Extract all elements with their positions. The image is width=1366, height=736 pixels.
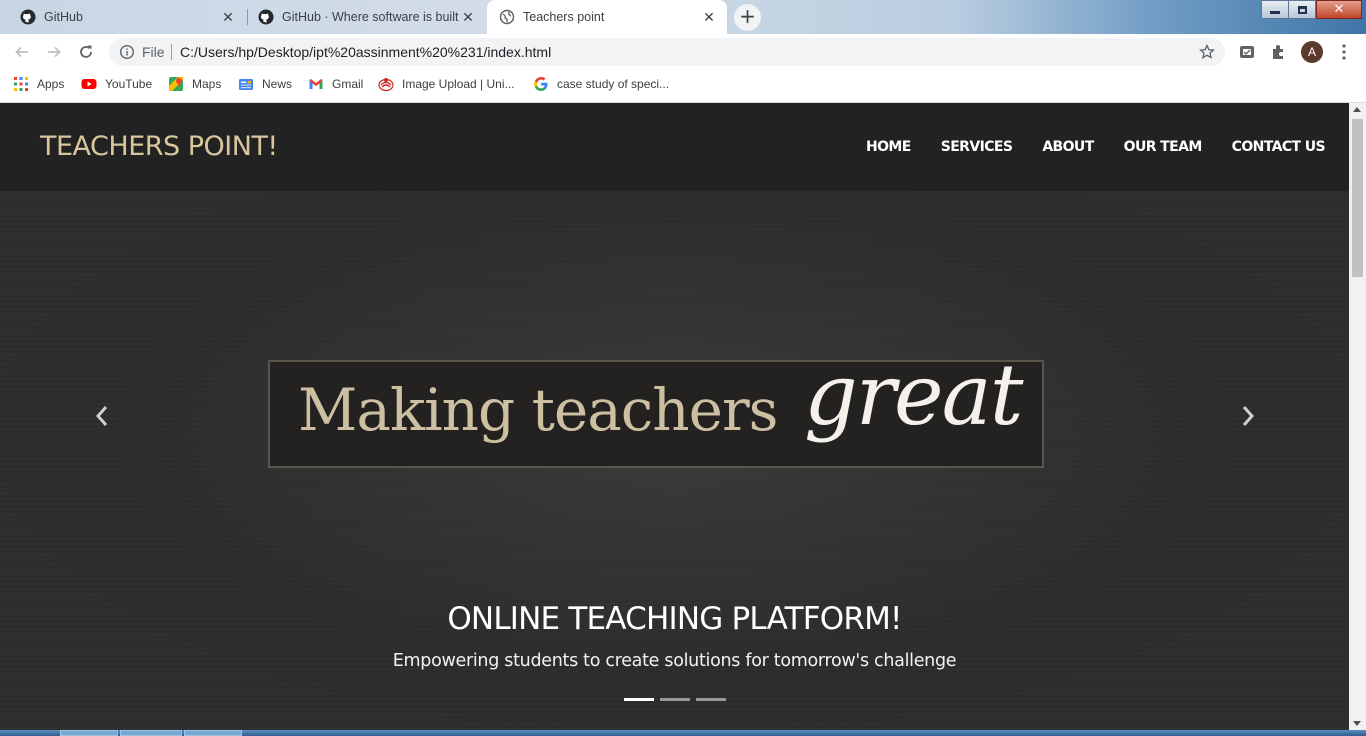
close-icon[interactable]: ✕ (460, 9, 476, 25)
slide-caption-title: ONLINE TEACHING PLATFORM! (447, 601, 902, 637)
news-icon (239, 79, 253, 90)
nav-services[interactable]: SERVICES (941, 139, 1013, 155)
bookmark-label: Maps (192, 77, 222, 91)
nav-about[interactable]: ABOUT (1042, 139, 1094, 155)
page-scrollbar[interactable] (1349, 103, 1366, 730)
carousel-prev-icon[interactable] (90, 401, 114, 431)
profile-avatar[interactable]: A (1301, 41, 1323, 63)
apps-grid-icon (14, 77, 28, 91)
reload-icon (80, 45, 92, 58)
nav-contact-us[interactable]: CONTACT US (1232, 139, 1326, 155)
bookmark-news[interactable]: News (238, 76, 292, 92)
taskbar-item[interactable] (60, 730, 118, 736)
close-icon[interactable]: ✕ (701, 9, 717, 25)
close-icon[interactable]: ✕ (220, 9, 236, 25)
bookmark-label: YouTube (105, 77, 153, 91)
browser-tab-strip: GitHub ✕ GitHub · Where software is buil… (0, 0, 1366, 34)
gmail-icon (309, 79, 323, 89)
browser-tab-teachers-point[interactable]: Teachers point ✕ (487, 0, 727, 34)
reload-button[interactable] (74, 40, 98, 64)
carousel-next-icon[interactable] (1236, 401, 1260, 431)
new-tab-button[interactable]: + (734, 4, 761, 31)
extension-icon[interactable] (1238, 43, 1256, 61)
image-upload-icon (378, 78, 394, 92)
site-brand[interactable]: TEACHERS POINT! (40, 131, 278, 162)
maps-icon (169, 77, 183, 91)
google-icon (534, 76, 548, 92)
nav-home[interactable]: HOME (866, 139, 911, 155)
info-icon[interactable] (119, 44, 135, 60)
nav-links: HOME SERVICES ABOUT OUR TEAM CONTACT US (866, 139, 1326, 155)
bookmark-gmail[interactable]: Gmail (308, 76, 363, 92)
scroll-up-icon[interactable] (1353, 107, 1361, 112)
tab-title: GitHub (44, 10, 83, 24)
github-icon (20, 9, 36, 25)
bookmark-youtube[interactable]: YouTube (81, 76, 152, 92)
minimize-button[interactable] (1261, 0, 1289, 19)
bookmark-image-upload[interactable]: Image Upload | Uni... (378, 76, 515, 92)
bookmark-maps[interactable]: Maps (168, 76, 221, 92)
tab-title: GitHub · Where software is built (282, 10, 459, 24)
youtube-icon (81, 79, 97, 89)
omnibox-divider (171, 44, 172, 60)
page-viewport: TEACHERS POINT! HOME SERVICES ABOUT OUR … (0, 103, 1349, 730)
bookmark-label: Apps (37, 77, 65, 91)
carousel-indicator-2[interactable] (660, 698, 690, 701)
arrow-right-icon (48, 46, 61, 58)
url-text[interactable]: C:/Users/hp/Desktop/ipt%20assinment%20%2… (180, 44, 551, 60)
restore-button[interactable] (1288, 0, 1316, 19)
forward-button[interactable] (42, 40, 66, 64)
bookmarks-bar: Apps YouTube Maps News Gmail Image Uploa… (0, 70, 1366, 98)
bookmark-label: Gmail (332, 77, 364, 91)
bookmark-apps[interactable]: Apps (13, 76, 64, 92)
star-icon[interactable] (1199, 44, 1215, 60)
url-scheme-label: File (142, 44, 165, 60)
site-navbar: TEACHERS POINT! HOME SERVICES ABOUT OUR … (0, 103, 1349, 191)
carousel-indicator-1[interactable] (624, 698, 654, 701)
address-bar[interactable]: File C:/Users/hp/Desktop/ipt%20assinment… (109, 38, 1225, 66)
browser-tab-github-home[interactable]: GitHub · Where software is built ✕ (248, 0, 486, 34)
bookmark-case-study[interactable]: case study of speci... (533, 76, 669, 92)
close-window-button[interactable]: ✕ (1316, 0, 1362, 19)
browser-tab-github[interactable]: GitHub ✕ (0, 0, 246, 34)
taskbar-item[interactable] (120, 730, 182, 736)
back-button[interactable] (10, 40, 34, 64)
scroll-thumb[interactable] (1352, 119, 1363, 277)
nav-our-team[interactable]: OUR TEAM (1124, 139, 1203, 155)
bookmark-label: News (262, 77, 293, 91)
arrow-left-icon (15, 46, 28, 58)
puzzle-icon[interactable] (1270, 43, 1288, 61)
browser-toolbar: File C:/Users/hp/Desktop/ipt%20assinment… (0, 34, 1366, 70)
carousel-indicator-3[interactable] (696, 698, 726, 701)
slide-image: Making teachers great (268, 346, 1044, 468)
more-vert-icon[interactable] (1336, 43, 1352, 61)
github-icon (258, 9, 274, 25)
carousel-indicators (624, 698, 726, 701)
globe-icon (499, 9, 515, 25)
tab-title: Teachers point (523, 10, 605, 24)
scroll-down-icon[interactable] (1353, 721, 1361, 726)
bookmark-label: case study of speci... (557, 77, 670, 91)
bookmark-label: Image Upload | Uni... (402, 77, 515, 91)
hero-carousel: Making teachers great ONLINE TEACHING PL… (0, 191, 1349, 730)
slide-caption-subtitle: Empowering students to create solutions … (392, 651, 957, 671)
slide-image-script-text: great (804, 346, 1023, 444)
taskbar-item[interactable] (184, 730, 242, 736)
slide-image-text: Making teachers (298, 376, 778, 444)
